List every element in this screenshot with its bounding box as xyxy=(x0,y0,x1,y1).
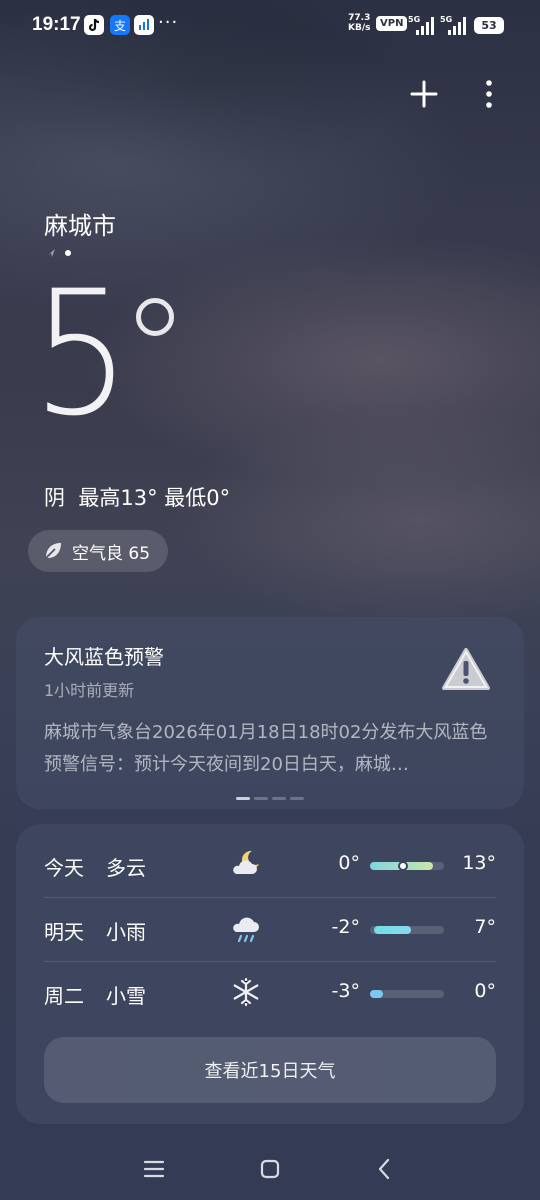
temperature-range-fill xyxy=(370,990,384,998)
forecast-condition: 多云 xyxy=(106,856,146,880)
home-button[interactable] xyxy=(252,1154,288,1184)
svg-text:5G: 5G xyxy=(440,15,452,24)
forecast-row-tuesday[interactable]: 周二 小雪 -3° 0° xyxy=(44,962,496,1024)
forecast-row-tomorrow[interactable]: 明天 小雨 -2° 7° xyxy=(44,898,496,960)
forecast-day: 今天 xyxy=(44,856,84,880)
alipay-icon: 支 xyxy=(110,15,130,35)
warning-pager xyxy=(236,797,304,800)
more-options-button[interactable] xyxy=(474,74,504,114)
status-bar: 19:17 支 ··· 77.3 KB/s VPN 5G 5G 53 xyxy=(0,0,540,52)
rain-cloud-icon xyxy=(233,917,259,943)
forecast-high: 13° xyxy=(462,852,496,874)
status-time: 19:17 xyxy=(32,14,81,35)
air-quality-label: 空气良 65 xyxy=(72,543,151,564)
svg-text:5G: 5G xyxy=(408,15,420,24)
temperature-range-bar xyxy=(370,990,444,998)
forecast-day: 周二 xyxy=(44,984,84,1008)
forecast-row-today[interactable]: 今天 多云 0° 13° xyxy=(44,834,496,896)
forecast-low: -2° xyxy=(331,916,360,938)
plus-icon xyxy=(410,80,438,108)
pager-dot xyxy=(290,797,304,800)
forecast-high: 7° xyxy=(474,916,496,938)
net-speed: 77.3 KB/s xyxy=(348,13,371,33)
battery-indicator: 53 xyxy=(474,17,504,34)
leaf-icon xyxy=(45,543,61,559)
warning-title: 大风蓝色预警 xyxy=(44,645,164,669)
forecast-condition: 小雪 xyxy=(106,984,146,1008)
tiktok-icon xyxy=(84,15,104,35)
app-notification-icon xyxy=(134,15,154,35)
current-temperature: 5 xyxy=(32,253,131,454)
home-icon xyxy=(260,1159,280,1179)
forecast-card: 今天 多云 0° 13° 明天 小雨 -2° 7° 周二 小雪 -3° 0° 查… xyxy=(16,824,524,1124)
partly-cloudy-night-icon xyxy=(233,850,259,874)
city-name: 麻城市 xyxy=(44,212,116,240)
svg-text:支: 支 xyxy=(114,19,126,33)
more-vertical-icon xyxy=(486,80,492,108)
menu-icon xyxy=(143,1160,165,1178)
temperature-range-bar xyxy=(370,926,444,934)
forecast-low: 0° xyxy=(338,852,360,874)
temperature-range-bar xyxy=(370,861,444,871)
forecast-day: 明天 xyxy=(44,920,84,944)
signal-sim1-icon: 5G xyxy=(408,14,436,40)
pager-dot xyxy=(254,797,268,800)
vpn-badge: VPN xyxy=(376,16,408,31)
warning-updated: 1小时前更新 xyxy=(44,681,135,700)
forecast-high: 0° xyxy=(474,980,496,1002)
back-icon xyxy=(378,1158,390,1180)
snowflake-icon xyxy=(233,977,259,1007)
warning-triangle-icon xyxy=(442,648,490,690)
system-nav-bar xyxy=(0,1136,540,1200)
view-15-day-forecast-button[interactable]: 查看近15日天气 xyxy=(44,1037,496,1103)
pager-dot xyxy=(236,797,250,800)
more-notifications-icon: ··· xyxy=(158,12,179,33)
forecast-low: -3° xyxy=(331,980,360,1002)
warning-body: 麻城市气象台2026年01月18日18时02分发布大风蓝色预警信号：预计今天夜间… xyxy=(44,722,488,775)
air-quality-pill[interactable]: 空气良 65 xyxy=(28,530,169,572)
today-summary: 阴 最高13° 最低0° xyxy=(44,486,231,510)
temperature-range-fill xyxy=(373,926,411,934)
back-button[interactable] xyxy=(366,1154,402,1184)
signal-sim2-icon: 5G xyxy=(440,14,468,40)
forecast-condition: 小雨 xyxy=(106,920,146,944)
degree-symbol xyxy=(136,298,174,336)
weather-warning-card[interactable]: 大风蓝色预警 1小时前更新 麻城市气象台2026年01月18日18时02分发布大… xyxy=(16,617,524,809)
add-city-button[interactable] xyxy=(404,74,444,114)
pager-dot xyxy=(272,797,286,800)
menu-button[interactable] xyxy=(136,1154,172,1184)
